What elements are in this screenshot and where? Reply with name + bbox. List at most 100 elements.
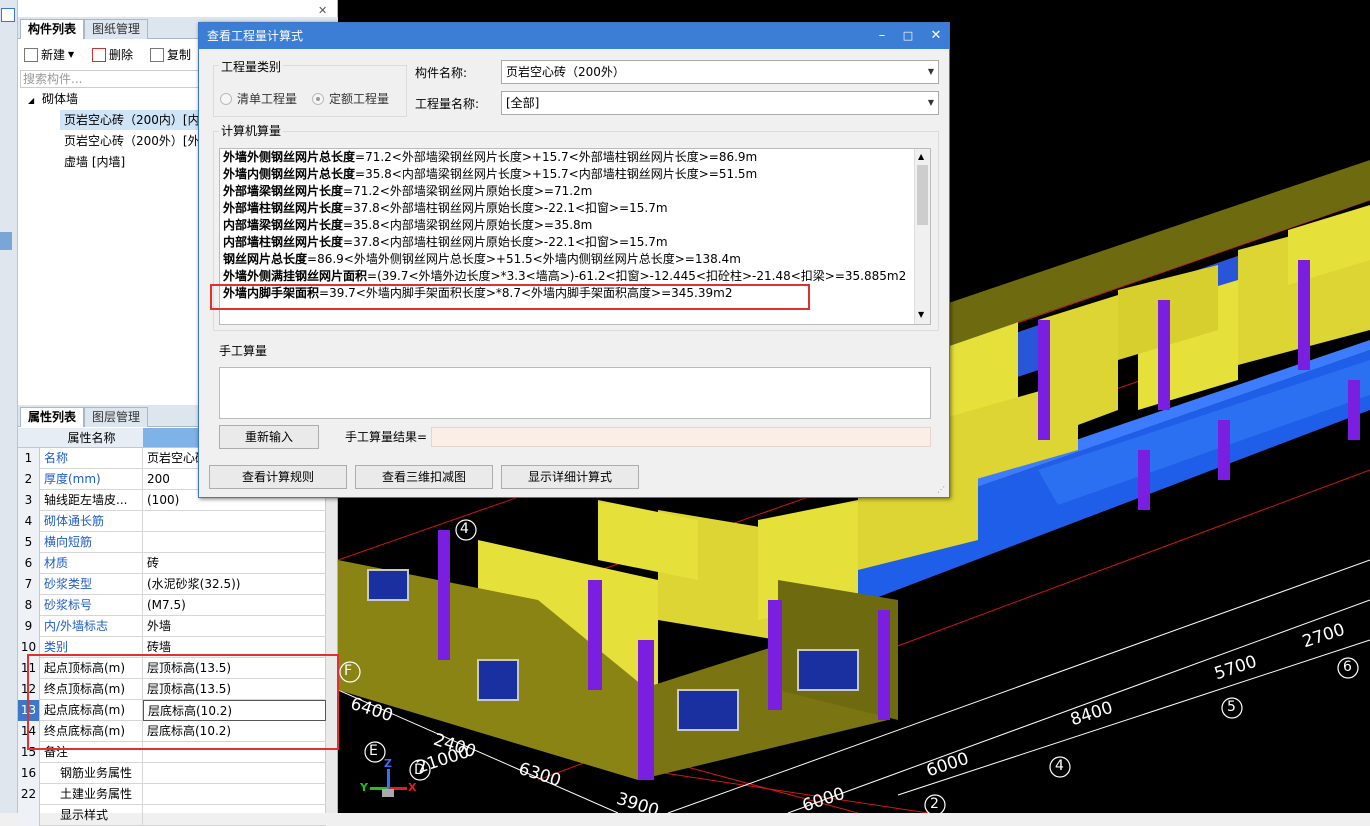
show-detail-formula-button[interactable]: 显示详细计算式 [501, 465, 639, 489]
formula-line[interactable]: 外部墙柱钢丝网片长度=37.8<外部墙柱钢丝网片原始长度>-22.1<扣窗>=1… [223, 200, 668, 217]
strip-marker [0, 232, 12, 250]
tab-component-list[interactable]: 构件列表 [20, 19, 85, 39]
resize-grip-icon[interactable]: ⋰ [937, 485, 945, 494]
new-label: 新建 [41, 48, 66, 62]
radio-bill-qty[interactable]: 清单工程量 [220, 90, 297, 107]
qty-type-label: 工程量类别 [219, 58, 284, 75]
formula-line-name: 外墙外侧满挂钢丝网片面积 [223, 269, 368, 283]
axis-label-f: F [344, 663, 353, 679]
axis-label-5: 5 [1227, 699, 1236, 715]
maximize-icon[interactable]: □ [899, 27, 917, 45]
attr-row[interactable]: 8 砂浆标号 (M7.5) [18, 595, 326, 616]
quantity-name-select[interactable]: [全部] ▼ [501, 91, 939, 115]
attr-row[interactable]: +16钢筋业务属性 [18, 763, 326, 784]
panel-close-icon[interactable]: ✕ [318, 4, 327, 17]
tree-root[interactable]: ◢ 砌体墙 [28, 89, 78, 109]
formula-line-expr: =37.8<外部墙柱钢丝网片原始长度>-22.1<扣窗>=15.7m [343, 201, 668, 215]
delete-button[interactable]: 删除 [92, 45, 133, 65]
close-icon[interactable]: ✕ [927, 27, 945, 45]
attr-value[interactable]: 外墙 [143, 616, 326, 637]
gizmo-y-label: Y [360, 781, 368, 794]
radio-quota-qty-label: 定额工程量 [329, 92, 390, 106]
view-rules-button[interactable]: 查看计算规则 [209, 465, 347, 489]
formula-line-name: 外墙内侧钢丝网片总长度 [223, 167, 356, 181]
scroll-up-icon[interactable]: ▲ [918, 152, 924, 161]
attr-value[interactable]: 砖 [143, 553, 326, 574]
quantity-name-value: [全部] [506, 96, 540, 110]
formula-line-name: 外部墙梁钢丝网片长度 [223, 184, 344, 198]
formula-line[interactable]: 内部墙柱钢丝网片长度=37.8<内部墙柱钢丝网片原始长度>-22.1<扣窗>=1… [223, 234, 668, 251]
axis-label-4-top: 4 [460, 521, 469, 537]
highlight-elevation-rows [27, 654, 339, 750]
manual-qty-input[interactable] [219, 367, 931, 419]
attr-value[interactable] [143, 532, 326, 553]
attr-row[interactable]: +显示样式 [18, 805, 326, 826]
reinput-button[interactable]: 重新输入 [219, 425, 319, 449]
attr-name: 显示样式 [40, 805, 143, 826]
attr-value[interactable]: (水泥砂浆(32.5)) [143, 574, 326, 595]
attr-name: 土建业务属性 [40, 784, 143, 805]
formula-line[interactable]: 外部墙梁钢丝网片长度=71.2<外部墙梁钢丝网片原始长度>=71.2m [223, 183, 592, 200]
attr-name: 钢筋业务属性 [40, 763, 143, 784]
formula-line[interactable]: 内部墙梁钢丝网片长度=35.8<内部墙梁钢丝网片原始长度>=35.8m [223, 217, 592, 234]
quantity-formula-dialog: 查看工程量计算式 – □ ✕ 工程量类别 清单工程量 定额工程量 构件名称: 页… [198, 22, 950, 498]
attr-value[interactable] [143, 805, 326, 826]
formula-line[interactable]: 钢丝网片总长度=86.9<外墙外侧钢丝网片总长度>+51.5<外墙内侧钢丝网片总… [223, 251, 741, 268]
attr-row-number: 7 [18, 574, 40, 595]
attr-row[interactable]: 6 材质砖 [18, 553, 326, 574]
radio-quota-qty[interactable]: 定额工程量 [312, 90, 389, 107]
formula-line[interactable]: 外墙内侧钢丝网片总长度=35.8<内部墙梁钢丝网片长度>+15.7<内部墙柱钢丝… [223, 166, 757, 183]
component-name-value: 页岩空心砖（200外） [506, 65, 625, 79]
axis-gizmo[interactable]: Z Y X [358, 755, 418, 805]
attr-row-number: 2 [18, 469, 40, 490]
new-button[interactable]: 新建 ▼ [24, 45, 74, 65]
tree-item-brick-outer[interactable]: 页岩空心砖（200外）[外 [60, 131, 220, 151]
attr-row-number: 16 [18, 763, 40, 784]
attr-row[interactable]: +22土建业务属性 [18, 784, 326, 805]
attr-name: 砂浆标号 [40, 595, 143, 616]
scroll-thumb[interactable] [917, 165, 928, 225]
attr-row-number [18, 805, 40, 826]
attr-row-number: 6 [18, 553, 40, 574]
panel-toggle-icon[interactable] [1, 8, 15, 22]
attr-header-num [18, 428, 40, 448]
attr-row-number: 3 [18, 490, 40, 511]
formula-line-expr: =(39.7<外墙外边长度>*3.3<墙高>)-61.2<扣窗>-12.445<… [367, 269, 907, 283]
component-name-select[interactable]: 页岩空心砖（200外） ▼ [501, 60, 939, 84]
attr-value[interactable]: (M7.5) [143, 595, 326, 616]
chevron-down-icon: ▼ [927, 98, 934, 107]
gizmo-x-label: X [408, 781, 417, 794]
gizmo-z-axis [387, 769, 390, 789]
tab-property-list[interactable]: 属性列表 [20, 407, 85, 427]
attr-row[interactable]: 4 砌体通长筋 [18, 511, 326, 532]
formula-scrollbar[interactable]: ▲ ▼ [914, 149, 930, 324]
formula-line[interactable]: 外墙外侧满挂钢丝网片面积=(39.7<外墙外边长度>*3.3<墙高>)-61.2… [223, 268, 906, 285]
attr-value[interactable] [143, 784, 326, 805]
tab-layer-manager[interactable]: 图层管理 [84, 407, 149, 427]
formula-line[interactable]: 外墙外侧钢丝网片总长度=71.2<外部墙梁钢丝网片长度>+15.7<外部墙柱钢丝… [223, 149, 757, 166]
axis-label-4: 4 [1055, 758, 1064, 774]
attr-row[interactable]: 7 砂浆类型 (水泥砂浆(32.5)) [18, 574, 326, 595]
formula-line-expr: =71.2<外部墙梁钢丝网片长度>+15.7<外部墙柱钢丝网片长度>=86.9m [355, 150, 758, 164]
attr-row-number: 5 [18, 532, 40, 553]
gizmo-origin [382, 789, 394, 797]
formula-line-name: 外部墙柱钢丝网片长度 [223, 201, 344, 215]
copy-button[interactable]: 复制 [150, 45, 191, 65]
attr-value[interactable] [143, 511, 326, 532]
tree-item-virtual-wall[interactable]: 虚墙 [内墙] [60, 152, 125, 172]
quantity-name-label: 工程量名称: [415, 97, 480, 111]
attr-name: 材质 [40, 553, 143, 574]
scroll-down-icon[interactable]: ▼ [918, 310, 924, 319]
collapse-icon: ◢ [28, 96, 35, 105]
attr-row[interactable]: 5 横向短筋 [18, 532, 326, 553]
tab-drawing-manager[interactable]: 图纸管理 [84, 19, 149, 39]
attr-name: 厚度(mm) [40, 469, 143, 490]
tree-item-brick-inner[interactable]: 页岩空心砖（200内）[内 [60, 110, 220, 130]
attr-value[interactable] [143, 763, 326, 784]
formula-line-expr: =71.2<外部墙梁钢丝网片原始长度>=71.2m [343, 184, 593, 198]
view-3d-deduction-button[interactable]: 查看三维扣减图 [355, 465, 493, 489]
axis-label-2: 2 [930, 796, 939, 812]
left-icon-strip [0, 0, 18, 813]
minimize-icon[interactable]: – [873, 27, 891, 45]
attr-row[interactable]: 9 内/外墙标志 外墙 [18, 616, 326, 637]
